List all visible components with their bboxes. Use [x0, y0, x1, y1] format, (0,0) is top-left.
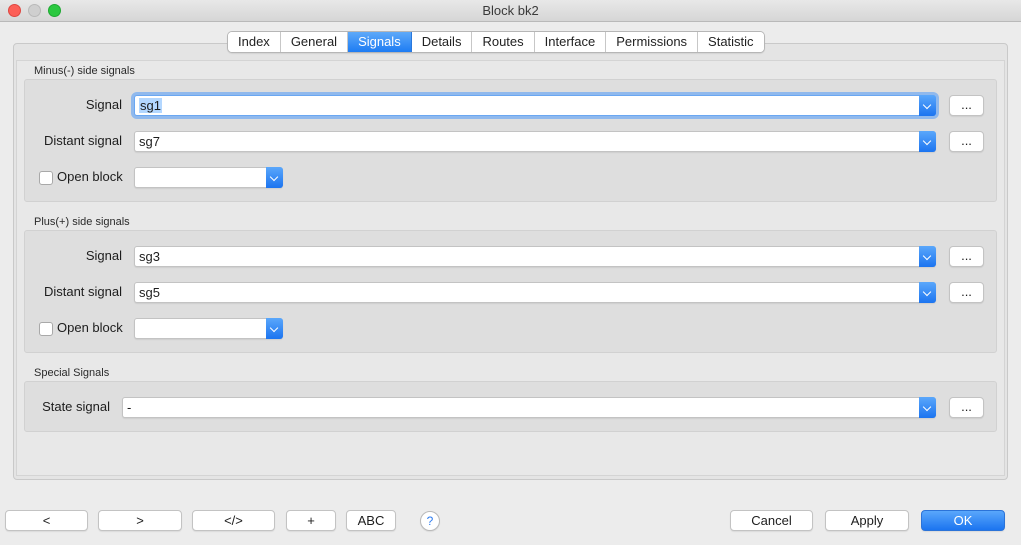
- plus-signal-label: Signal: [85, 248, 122, 263]
- plus-distant-browse-button[interactable]: ...: [949, 282, 984, 303]
- minus-signal-value: sg1: [139, 98, 162, 113]
- help-icon[interactable]: ?: [420, 511, 440, 531]
- cancel-button[interactable]: Cancel: [730, 510, 813, 531]
- minus-distant-label: Distant signal: [43, 133, 122, 148]
- apply-button[interactable]: Apply: [825, 510, 909, 531]
- plus-openblock-checkbox[interactable]: [39, 322, 53, 336]
- previous-button[interactable]: <: [5, 510, 88, 531]
- minus-signal-label: Signal: [85, 97, 122, 112]
- tab-index[interactable]: Index: [228, 32, 281, 52]
- state-signal-browse-button[interactable]: ...: [949, 397, 984, 418]
- state-signal-value: -: [127, 400, 132, 415]
- plus-distant-label: Distant signal: [43, 284, 122, 299]
- add-button[interactable]: +: [286, 510, 336, 531]
- state-signal-combo[interactable]: -: [122, 397, 936, 418]
- minus-group-title: Minus(-) side signals: [34, 65, 135, 77]
- plus-signal-combo[interactable]: sg3: [134, 246, 936, 267]
- window-title: Block bk2: [482, 3, 539, 18]
- plus-openblock-combo[interactable]: [134, 318, 283, 339]
- minus-distant-value: sg7: [139, 134, 160, 149]
- minus-signal-browse-button[interactable]: ...: [949, 95, 984, 116]
- minus-distant-browse-button[interactable]: ...: [949, 131, 984, 152]
- ok-button[interactable]: OK: [921, 510, 1005, 531]
- code-button[interactable]: </>: [192, 510, 275, 531]
- state-signal-label: State signal: [42, 399, 110, 414]
- plus-signal-value: sg3: [139, 249, 160, 264]
- tab-interface[interactable]: Interface: [534, 32, 607, 52]
- chevron-down-icon[interactable]: [919, 131, 936, 152]
- minus-openblock-combo[interactable]: [134, 167, 283, 188]
- minus-openblock-checkbox[interactable]: [39, 171, 53, 185]
- chevron-down-icon[interactable]: [266, 318, 283, 339]
- tab-statistic[interactable]: Statistic: [698, 32, 764, 52]
- tab-permissions[interactable]: Permissions: [606, 32, 699, 52]
- plus-distant-value: sg5: [139, 285, 160, 300]
- chevron-down-icon[interactable]: [919, 397, 936, 418]
- special-group-title: Special Signals: [34, 367, 110, 379]
- minus-signal-combo[interactable]: sg1: [134, 95, 936, 116]
- plus-signal-browse-button[interactable]: ...: [949, 246, 984, 267]
- minus-openblock-label: Open block: [57, 169, 123, 184]
- chevron-down-icon[interactable]: [919, 95, 936, 116]
- minus-distant-combo[interactable]: sg7: [134, 131, 936, 152]
- chevron-down-icon[interactable]: [919, 246, 936, 267]
- tab-general[interactable]: General: [280, 32, 349, 52]
- tab-routes[interactable]: Routes: [472, 32, 535, 52]
- tab-details[interactable]: Details: [411, 32, 473, 52]
- chevron-down-icon[interactable]: [919, 282, 936, 303]
- plus-group-title: Plus(+) side signals: [34, 216, 130, 228]
- plus-openblock-label: Open block: [57, 320, 123, 335]
- chevron-down-icon[interactable]: [266, 167, 283, 188]
- tab-bar: Index General Signals Details Routes Int…: [227, 31, 765, 53]
- title-bar: Block bk2: [0, 0, 1021, 22]
- tab-signals[interactable]: Signals: [348, 32, 412, 52]
- next-button[interactable]: >: [98, 510, 182, 531]
- abc-button[interactable]: ABC: [346, 510, 396, 531]
- plus-distant-combo[interactable]: sg5: [134, 282, 936, 303]
